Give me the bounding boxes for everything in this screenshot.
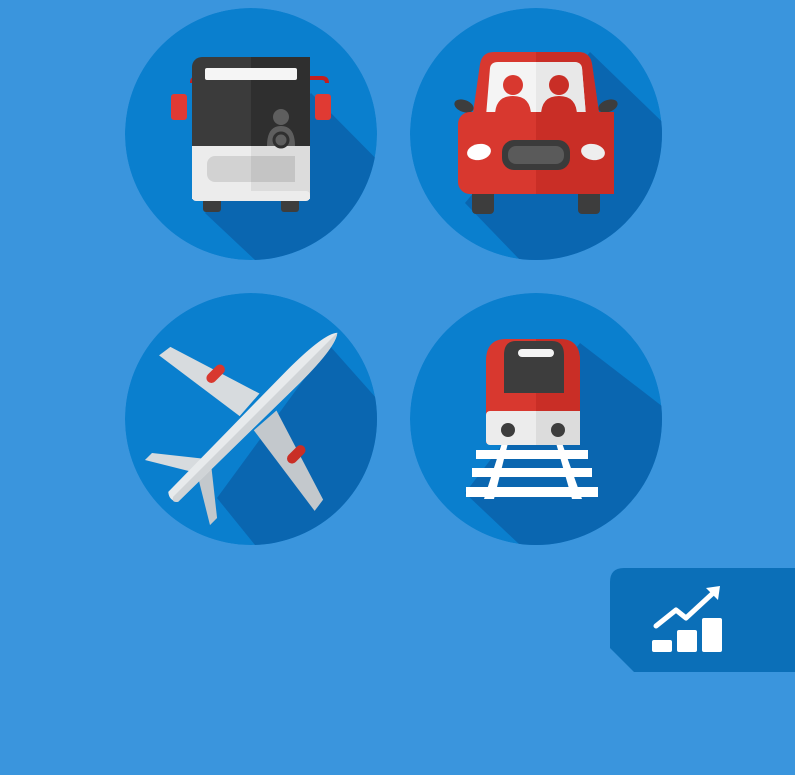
growth-chart-icon: [610, 568, 795, 672]
car-tile[interactable]: [410, 8, 662, 260]
airplane-icon: [125, 293, 377, 545]
train-tile[interactable]: [410, 293, 662, 545]
car-icon: [410, 8, 662, 260]
bus-icon: [125, 8, 377, 260]
airplane-tile[interactable]: [125, 293, 377, 545]
bus-tile[interactable]: [125, 8, 377, 260]
stats-button[interactable]: [610, 568, 795, 672]
train-icon: [410, 293, 662, 545]
